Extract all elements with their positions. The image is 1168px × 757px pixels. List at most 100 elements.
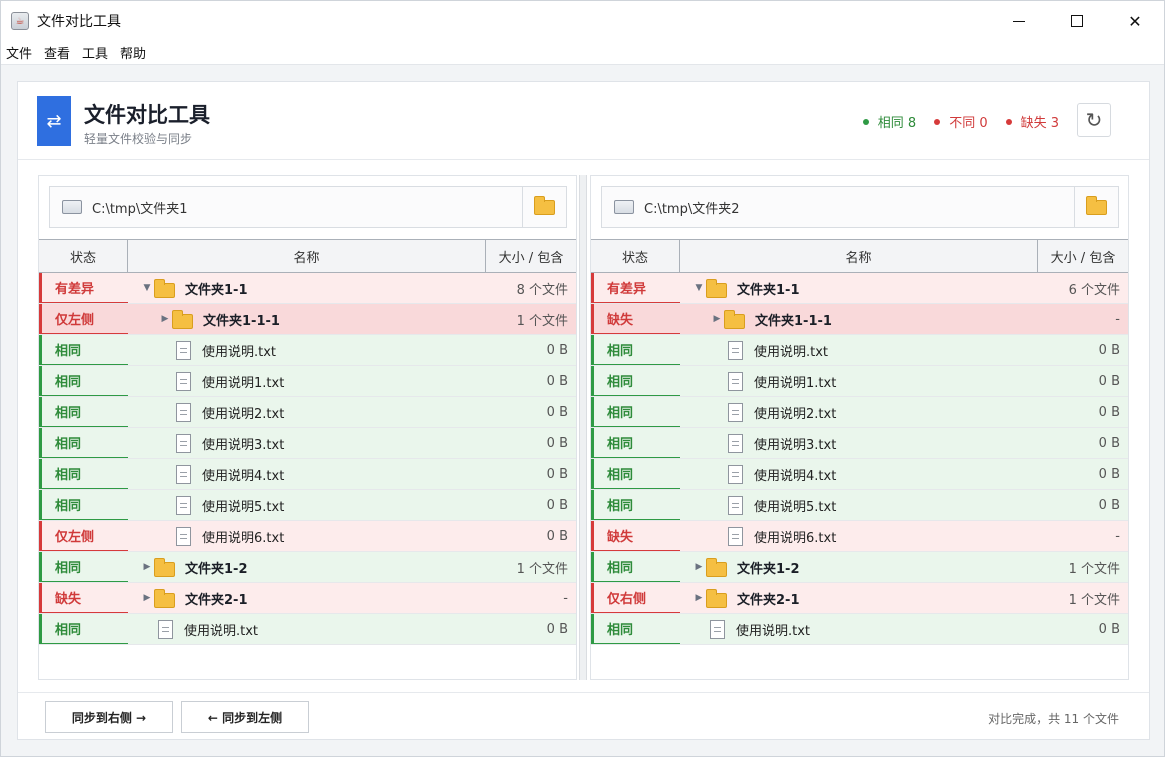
column-header-status[interactable]: 状态 — [39, 240, 128, 272]
name-cell: ▶ 文件夹1-1-1 — [128, 304, 486, 334]
table-row[interactable]: 相同 ▶ 文件夹1-2 1 个文件 — [39, 552, 576, 583]
pane-splitter[interactable] — [579, 175, 587, 680]
name-cell: 使用说明2.txt — [128, 397, 486, 427]
left-path-bar[interactable]: C:\tmp\文件夹1 — [49, 186, 567, 228]
table-row[interactable]: 仅左侧 使用说明6.txt 0 B — [39, 521, 576, 552]
name-cell: 使用说明6.txt — [128, 521, 486, 551]
table-row[interactable]: 相同 使用说明3.txt 0 B — [591, 428, 1128, 459]
table-row[interactable]: 相同 使用说明2.txt 0 B — [39, 397, 576, 428]
table-row[interactable]: 有差异 ▼ 文件夹1-1 6 个文件 — [591, 273, 1128, 304]
name-cell: 使用说明.txt — [680, 614, 1038, 644]
table-row[interactable]: 缺失 ▶ 文件夹1-1-1 - — [591, 304, 1128, 335]
folder-icon — [154, 588, 175, 608]
folder-name: 文件夹1-1-1 — [755, 313, 832, 329]
stat-same-label: 相同 8 — [877, 116, 917, 131]
right-path-text: C:\tmp\文件夹2 — [644, 201, 740, 217]
menu-tools[interactable]: 工具 — [76, 43, 114, 62]
close-button[interactable]: ✕ — [1106, 1, 1164, 41]
text-file-icon — [728, 371, 743, 391]
status-cell: 缺失 — [591, 304, 680, 334]
table-row[interactable]: 相同 使用说明1.txt 0 B — [39, 366, 576, 397]
folder-icon — [706, 588, 727, 608]
left-path-text: C:\tmp\文件夹1 — [92, 201, 188, 217]
column-header-name[interactable]: 名称 — [680, 240, 1038, 272]
text-file-icon — [176, 495, 191, 515]
column-header-status[interactable]: 状态 — [591, 240, 680, 272]
table-row[interactable]: 相同 使用说明5.txt 0 B — [39, 490, 576, 521]
status-cell: 有差异 — [591, 273, 680, 303]
chevron-down-icon[interactable]: ▼ — [692, 283, 706, 293]
table-row[interactable]: 相同 使用说明4.txt 0 B — [39, 459, 576, 490]
maximize-button[interactable] — [1048, 1, 1106, 41]
name-cell: ▶ 文件夹2-1 — [128, 583, 486, 613]
status-cell: 仅左侧 — [39, 521, 128, 551]
column-header-size[interactable]: 大小 / 包含 — [1038, 240, 1128, 272]
table-row[interactable]: 缺失 使用说明6.txt - — [591, 521, 1128, 552]
file-name: 使用说明3.txt — [754, 437, 837, 453]
name-cell: ▶ 文件夹1-1-1 — [680, 304, 1038, 334]
table-row[interactable]: 仅左侧 ▶ 文件夹1-1-1 1 个文件 — [39, 304, 576, 335]
name-cell: 使用说明5.txt — [128, 490, 486, 520]
file-name: 使用说明.txt — [754, 344, 829, 360]
name-cell: 使用说明1.txt — [128, 366, 486, 396]
table-row[interactable]: 缺失 ▶ 文件夹2-1 - — [39, 583, 576, 614]
file-name: 使用说明5.txt — [754, 499, 837, 515]
size-cell: 0 B — [546, 497, 568, 513]
table-row[interactable]: 相同 使用说明.txt 0 B — [39, 335, 576, 366]
menu-view[interactable]: 查看 — [38, 43, 76, 62]
status-cell: 相同 — [591, 552, 680, 582]
name-cell: 使用说明3.txt — [128, 428, 486, 458]
chevron-right-icon[interactable]: ▶ — [158, 314, 172, 324]
chevron-right-icon[interactable]: ▶ — [692, 562, 706, 572]
name-cell: 使用说明.txt — [128, 614, 486, 644]
name-cell: 使用说明4.txt — [128, 459, 486, 489]
swap-arrows-icon: ⇄ — [37, 96, 71, 146]
name-cell: 使用说明4.txt — [680, 459, 1038, 489]
menu-bar: 文件 查看 工具 帮助 — [1, 41, 1164, 65]
folder-icon — [154, 278, 175, 298]
left-browse-button[interactable] — [522, 187, 566, 227]
chevron-right-icon[interactable]: ▶ — [692, 593, 706, 603]
name-cell: 使用说明1.txt — [680, 366, 1038, 396]
column-header-size[interactable]: 大小 / 包含 — [486, 240, 576, 272]
table-row[interactable]: 相同 使用说明5.txt 0 B — [591, 490, 1128, 521]
text-file-icon — [728, 464, 743, 484]
sync-to-left-button[interactable]: ← 同步到左侧 — [181, 701, 309, 733]
left-table: 状态 名称 大小 / 包含 有差异 ▼ 文件夹1-1 8 个文件 仅左侧 ▶ 文件夹1-1-… — [39, 239, 576, 679]
menu-file[interactable]: 文件 — [1, 43, 38, 62]
right-browse-button[interactable] — [1074, 187, 1118, 227]
menu-help[interactable]: 帮助 — [114, 43, 152, 62]
table-row[interactable]: 相同 使用说明1.txt 0 B — [591, 366, 1128, 397]
table-row[interactable]: 相同 使用说明2.txt 0 B — [591, 397, 1128, 428]
size-cell: 0 B — [546, 342, 568, 358]
table-row[interactable]: 相同 使用说明.txt 0 B — [591, 614, 1128, 645]
chevron-right-icon[interactable]: ▶ — [710, 314, 724, 324]
stats-summary: 相同 8 不同 0 缺失 3 — [862, 112, 1059, 131]
chevron-right-icon[interactable]: ▶ — [140, 593, 154, 603]
column-header-name[interactable]: 名称 — [128, 240, 486, 272]
status-cell: 相同 — [39, 459, 128, 489]
table-row[interactable]: 相同 使用说明3.txt 0 B — [39, 428, 576, 459]
right-table-body: 有差异 ▼ 文件夹1-1 6 个文件 缺失 ▶ 文件夹1-1-1- 相同 使用说明.txt 0 B… — [591, 273, 1128, 645]
chevron-down-icon[interactable]: ▼ — [140, 283, 154, 293]
size-cell: 0 B — [1098, 466, 1120, 482]
name-cell: 使用说明2.txt — [680, 397, 1038, 427]
table-row[interactable]: 有差异 ▼ 文件夹1-1 8 个文件 — [39, 273, 576, 304]
page-subtitle: 轻量文件校验与同步 — [84, 132, 193, 146]
size-cell: 0 B — [546, 404, 568, 420]
drive-icon — [62, 200, 82, 214]
status-cell: 有差异 — [39, 273, 128, 303]
minimize-button[interactable] — [990, 1, 1048, 41]
table-row[interactable]: 相同 使用说明.txt 0 B — [591, 335, 1128, 366]
file-name: 使用说明6.txt — [754, 530, 837, 546]
table-row[interactable]: 相同 使用说明4.txt 0 B — [591, 459, 1128, 490]
sync-to-right-button[interactable]: 同步到右侧 → — [45, 701, 173, 733]
folder-name: 文件夹2-1 — [737, 592, 800, 608]
right-path-bar[interactable]: C:\tmp\文件夹2 — [601, 186, 1119, 228]
chevron-right-icon[interactable]: ▶ — [140, 562, 154, 572]
table-row[interactable]: 相同 ▶ 文件夹1-2 1 个文件 — [591, 552, 1128, 583]
table-row[interactable]: 相同 使用说明.txt 0 B — [39, 614, 576, 645]
refresh-button[interactable]: ↻ — [1077, 103, 1111, 137]
file-name: 使用说明.txt — [736, 623, 811, 639]
table-row[interactable]: 仅右侧 ▶ 文件夹2-1 1 个文件 — [591, 583, 1128, 614]
